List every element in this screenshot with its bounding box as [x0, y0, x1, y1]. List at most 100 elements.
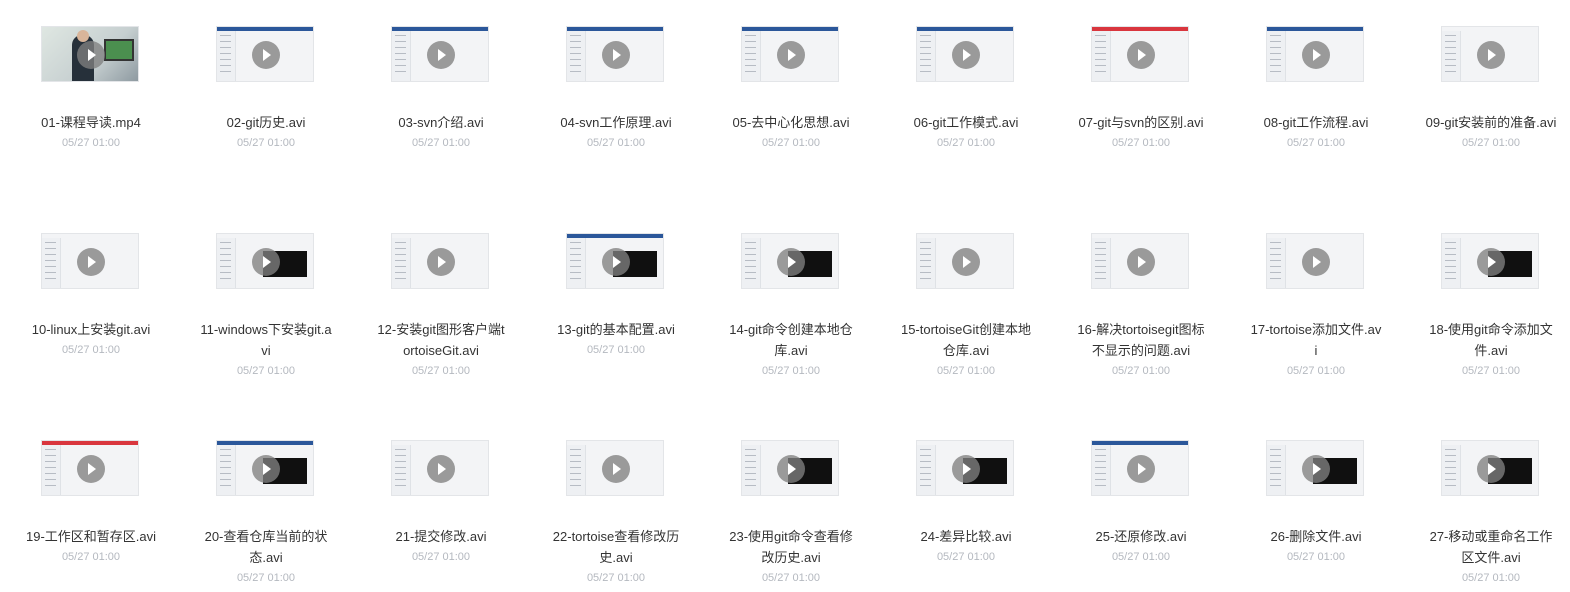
play-icon[interactable] — [602, 248, 630, 276]
play-icon[interactable] — [1477, 455, 1505, 483]
file-name[interactable]: 24-差异比较.avi — [900, 526, 1032, 547]
file-name[interactable]: 16-解决tortoisegit图标不显示的问题.avi — [1075, 319, 1207, 361]
video-thumbnail[interactable] — [216, 26, 314, 82]
file-item[interactable]: 08-git工作流程.avi 05/27 01:00 — [1228, 0, 1403, 207]
file-item[interactable]: 02-git历史.avi 05/27 01:00 — [178, 0, 353, 207]
play-icon[interactable] — [427, 248, 455, 276]
file-item[interactable]: 05-去中心化思想.avi 05/27 01:00 — [703, 0, 878, 207]
video-thumbnail[interactable] — [391, 440, 489, 496]
file-item[interactable]: 20-查看仓库当前的状态.avi 05/27 01:00 — [178, 414, 353, 592]
file-name[interactable]: 20-查看仓库当前的状态.avi — [200, 526, 332, 568]
file-name[interactable]: 23-使用git命令查看修改历史.avi — [725, 526, 857, 568]
play-icon[interactable] — [1302, 41, 1330, 69]
file-item[interactable]: 24-差异比较.avi 05/27 01:00 — [878, 414, 1053, 592]
file-name[interactable]: 27-移动或重命名工作区文件.avi — [1425, 526, 1557, 568]
file-name[interactable]: 22-tortoise查看修改历史.avi — [550, 526, 682, 568]
play-icon[interactable] — [952, 41, 980, 69]
play-icon[interactable] — [252, 248, 280, 276]
file-item[interactable]: 18-使用git命令添加文件.avi 05/27 01:00 — [1403, 207, 1570, 414]
video-thumbnail[interactable] — [1091, 233, 1189, 289]
file-item[interactable]: 09-git安装前的准备.avi 05/27 01:00 — [1403, 0, 1570, 207]
play-icon[interactable] — [602, 455, 630, 483]
video-thumbnail[interactable] — [741, 26, 839, 82]
play-icon[interactable] — [952, 455, 980, 483]
video-thumbnail[interactable] — [391, 26, 489, 82]
play-icon[interactable] — [252, 41, 280, 69]
video-thumbnail[interactable] — [566, 26, 664, 82]
play-icon[interactable] — [602, 41, 630, 69]
play-icon[interactable] — [427, 455, 455, 483]
file-item[interactable]: 21-提交修改.avi 05/27 01:00 — [353, 414, 528, 592]
video-thumbnail[interactable] — [916, 26, 1014, 82]
file-name[interactable]: 12-安装git图形客户端tortoiseGit.avi — [375, 319, 507, 361]
file-item[interactable]: 16-解决tortoisegit图标不显示的问题.avi 05/27 01:00 — [1053, 207, 1228, 414]
file-item[interactable]: 01-课程导读.mp4 05/27 01:00 — [3, 0, 178, 207]
file-item[interactable]: 25-还原修改.avi 05/27 01:00 — [1053, 414, 1228, 592]
play-icon[interactable] — [1127, 41, 1155, 69]
file-name[interactable]: 05-去中心化思想.avi — [725, 112, 857, 133]
video-thumbnail[interactable] — [566, 440, 664, 496]
video-thumbnail[interactable] — [1266, 26, 1364, 82]
file-name[interactable]: 21-提交修改.avi — [375, 526, 507, 547]
video-thumbnail[interactable] — [1091, 440, 1189, 496]
file-item[interactable]: 17-tortoise添加文件.avi 05/27 01:00 — [1228, 207, 1403, 414]
play-icon[interactable] — [777, 248, 805, 276]
play-icon[interactable] — [1302, 248, 1330, 276]
video-thumbnail[interactable] — [1266, 440, 1364, 496]
video-thumbnail[interactable] — [741, 233, 839, 289]
file-name[interactable]: 09-git安装前的准备.avi — [1425, 112, 1557, 133]
video-thumbnail[interactable] — [391, 233, 489, 289]
play-icon[interactable] — [1477, 248, 1505, 276]
file-name[interactable]: 17-tortoise添加文件.avi — [1250, 319, 1382, 361]
file-item[interactable]: 13-git的基本配置.avi 05/27 01:00 — [528, 207, 703, 414]
file-name[interactable]: 08-git工作流程.avi — [1250, 112, 1382, 133]
file-item[interactable]: 22-tortoise查看修改历史.avi 05/27 01:00 — [528, 414, 703, 592]
video-thumbnail[interactable] — [916, 440, 1014, 496]
file-name[interactable]: 13-git的基本配置.avi — [550, 319, 682, 340]
video-thumbnail[interactable] — [216, 440, 314, 496]
play-icon[interactable] — [777, 41, 805, 69]
file-name[interactable]: 06-git工作模式.avi — [900, 112, 1032, 133]
file-name[interactable]: 01-课程导读.mp4 — [25, 112, 157, 133]
file-name[interactable]: 10-linux上安装git.avi — [25, 319, 157, 340]
file-name[interactable]: 14-git命令创建本地仓库.avi — [725, 319, 857, 361]
file-name[interactable]: 15-tortoiseGit创建本地仓库.avi — [900, 319, 1032, 361]
play-icon[interactable] — [77, 248, 105, 276]
file-item[interactable]: 12-安装git图形客户端tortoiseGit.avi 05/27 01:00 — [353, 207, 528, 414]
play-icon[interactable] — [77, 455, 105, 483]
file-item[interactable]: 23-使用git命令查看修改历史.avi 05/27 01:00 — [703, 414, 878, 592]
video-thumbnail[interactable] — [41, 440, 139, 496]
file-name[interactable]: 11-windows下安装git.avi — [200, 319, 332, 361]
file-name[interactable]: 25-还原修改.avi — [1075, 526, 1207, 547]
play-icon[interactable] — [777, 455, 805, 483]
file-item[interactable]: 27-移动或重命名工作区文件.avi 05/27 01:00 — [1403, 414, 1570, 592]
file-item[interactable]: 26-删除文件.avi 05/27 01:00 — [1228, 414, 1403, 592]
video-thumbnail[interactable] — [41, 26, 139, 82]
video-thumbnail[interactable] — [916, 233, 1014, 289]
play-icon[interactable] — [1127, 455, 1155, 483]
video-thumbnail[interactable] — [1266, 233, 1364, 289]
file-item[interactable]: 11-windows下安装git.avi 05/27 01:00 — [178, 207, 353, 414]
file-item[interactable]: 15-tortoiseGit创建本地仓库.avi 05/27 01:00 — [878, 207, 1053, 414]
file-name[interactable]: 18-使用git命令添加文件.avi — [1425, 319, 1557, 361]
file-name[interactable]: 07-git与svn的区别.avi — [1075, 112, 1207, 133]
file-item[interactable]: 04-svn工作原理.avi 05/27 01:00 — [528, 0, 703, 207]
file-item[interactable]: 14-git命令创建本地仓库.avi 05/27 01:00 — [703, 207, 878, 414]
video-thumbnail[interactable] — [216, 233, 314, 289]
video-thumbnail[interactable] — [41, 233, 139, 289]
video-thumbnail[interactable] — [1441, 440, 1539, 496]
file-item[interactable]: 07-git与svn的区别.avi 05/27 01:00 — [1053, 0, 1228, 207]
play-icon[interactable] — [1302, 455, 1330, 483]
file-item[interactable]: 06-git工作模式.avi 05/27 01:00 — [878, 0, 1053, 207]
file-name[interactable]: 19-工作区和暂存区.avi — [25, 526, 157, 547]
file-name[interactable]: 04-svn工作原理.avi — [550, 112, 682, 133]
video-thumbnail[interactable] — [1441, 233, 1539, 289]
play-icon[interactable] — [952, 248, 980, 276]
file-item[interactable]: 03-svn介绍.avi 05/27 01:00 — [353, 0, 528, 207]
video-thumbnail[interactable] — [1441, 26, 1539, 82]
file-name[interactable]: 03-svn介绍.avi — [375, 112, 507, 133]
play-icon[interactable] — [427, 41, 455, 69]
video-thumbnail[interactable] — [566, 233, 664, 289]
play-icon[interactable] — [252, 455, 280, 483]
file-item[interactable]: 19-工作区和暂存区.avi 05/27 01:00 — [3, 414, 178, 592]
